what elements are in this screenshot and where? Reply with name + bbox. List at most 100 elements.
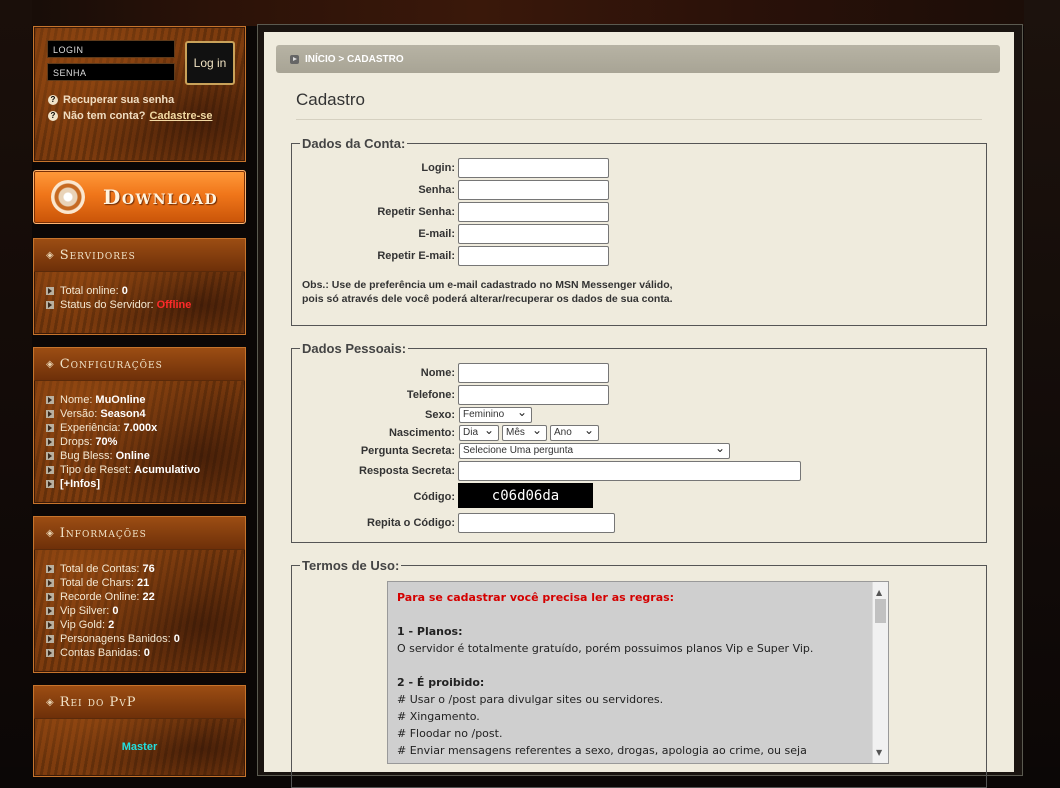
question-label: Pergunta Secreta: [360, 445, 455, 457]
bullet-arrow-icon [46, 466, 54, 474]
servers-list: Total online: 0 Status do Servidor: Offline [34, 272, 245, 312]
diamond-icon: ◈ [46, 696, 54, 708]
phone-label: Telefone: [406, 389, 455, 401]
recover-password-link[interactable]: ? Recuperar sua senha [48, 94, 174, 106]
repeat-email-input[interactable] [458, 246, 609, 266]
scroll-down-icon[interactable]: ▼ [876, 744, 882, 761]
password-label: Senha: [418, 184, 455, 196]
info-title: Informações [59, 525, 147, 541]
info-stat-item-value: 0 [143, 647, 150, 659]
config-item-label: Tipo de Reset: [60, 464, 132, 476]
email-input[interactable] [458, 224, 609, 244]
config-item[interactable]: [+Infos] [46, 477, 245, 491]
bullet-arrow-icon [46, 593, 54, 601]
info-stat-item-label: Personagens Banidos: [60, 633, 171, 645]
secret-question-select[interactable]: Selecione Uma pergunta [459, 441, 730, 459]
obs-line1: Use de preferência um e-mail cadastrado … [331, 279, 673, 291]
help-icon: ? [48, 111, 58, 121]
config-item-value: Online [115, 450, 150, 462]
info-stat-item: Vip Gold: 2 [46, 618, 245, 632]
pvp-panel: ◈ Rei do PvP Master [33, 685, 246, 777]
bullet-arrow-icon [46, 607, 54, 615]
captcha-image: c06d06da [458, 483, 593, 508]
config-item: Drops: 70% [46, 435, 245, 449]
pvp-title: Rei do PvP [59, 694, 137, 710]
config-item-label: Drops: [60, 436, 93, 448]
repeat-code-label: Repita o Código: [367, 517, 455, 529]
name-input[interactable] [458, 363, 609, 383]
info-stat-item: Personagens Banidos: 0 [46, 632, 245, 646]
config-header: ◈ Configurações [34, 348, 245, 381]
diamond-icon: ◈ [46, 527, 54, 539]
info-stat-item-value: 0 [173, 633, 180, 645]
phone-input[interactable] [458, 385, 609, 405]
birth-label: Nascimento: [388, 427, 455, 439]
breadcrumb: INÍCIO > CADASTRO [276, 45, 1000, 73]
secret-answer-input[interactable] [458, 461, 801, 481]
bullet-arrow-icon [46, 480, 54, 488]
scroll-thumb[interactable] [875, 599, 886, 623]
right-background [1024, 0, 1060, 767]
bullet-arrow-icon [46, 287, 54, 295]
password-input[interactable]: SENHA [47, 63, 175, 81]
server-stat-item-label: Total online: [60, 285, 119, 297]
repeat-password-input[interactable] [458, 202, 609, 222]
terms-textarea[interactable]: Para se cadastrar você precisa ler as re… [387, 581, 889, 764]
email-label: E-mail: [418, 228, 455, 240]
register-link[interactable]: Cadastre-se [150, 110, 213, 122]
servers-header: ◈ Servidores [34, 239, 245, 272]
info-panel: ◈ Informações Total de Contas: 76 Total de… [33, 516, 246, 673]
config-item-label: Nome: [60, 394, 93, 406]
no-account-text: Não tem conta? [63, 110, 146, 122]
left-background [0, 0, 32, 767]
pvp-player-name[interactable]: Master [34, 741, 245, 753]
arrow-icon [290, 54, 299, 64]
config-item-label: Bug Bless: [60, 450, 113, 462]
sex-select[interactable]: Feminino [459, 405, 532, 423]
login-input[interactable]: LOGIN [47, 40, 175, 58]
bullet-arrow-icon [46, 410, 54, 418]
info-stat-item-value: 2 [108, 619, 115, 631]
terms-rule: # Usar o /post para divulgar sites ou se… [397, 693, 664, 706]
birth-month-select[interactable]: Mês [502, 423, 547, 441]
info-stat-item-value: 76 [142, 563, 155, 575]
disc-icon [51, 180, 85, 214]
servers-panel: ◈ Servidores Total online: 0 Status do Ser… [33, 238, 246, 335]
pvp-header: ◈ Rei do PvP [34, 686, 245, 719]
login-button[interactable]: Log in [185, 41, 235, 85]
account-login-input[interactable] [458, 158, 609, 178]
account-password-input[interactable] [458, 180, 609, 200]
info-stat-item: Total de Contas: 76 [46, 562, 245, 576]
config-item-value[interactable]: [+Infos] [60, 477, 100, 491]
top-banner [0, 0, 1060, 26]
download-button[interactable]: Download [33, 170, 246, 224]
recover-password-label[interactable]: Recuperar sua senha [63, 94, 174, 106]
terms-section1-title: 1 - Planos: [397, 625, 463, 638]
config-item: Experiência: 7.000x [46, 421, 245, 435]
info-stat-item-label: Vip Silver: [60, 605, 110, 617]
sex-label: Sexo: [425, 409, 455, 421]
birth-year-select[interactable]: Ano [550, 423, 599, 441]
login-label: Login: [421, 162, 455, 174]
info-stat-item-label: Total de Contas: [60, 563, 140, 575]
info-stat-item-value: 21 [136, 577, 150, 589]
config-item: Nome: MuOnline [46, 393, 245, 407]
info-stat-item: Total de Chars: 21 [46, 576, 245, 590]
config-item-value: 70% [95, 436, 118, 448]
name-label: Nome: [420, 367, 455, 379]
repeat-code-input[interactable] [458, 513, 615, 533]
config-list: Nome: MuOnline Versão: Season4 Experiência: 7… [34, 381, 245, 491]
config-item: Bug Bless: Online [46, 449, 245, 463]
info-header: ◈ Informações [34, 517, 245, 550]
register-row: ? Não tem conta? Cadastre-se [48, 110, 213, 122]
terms-scrollbar[interactable]: ▲ ▼ [872, 582, 888, 763]
download-label: Download [103, 185, 219, 209]
birth-day-select[interactable]: Dia [459, 423, 499, 441]
bullet-arrow-icon [46, 649, 54, 657]
info-stat-item: Vip Silver: 0 [46, 604, 245, 618]
code-label: Código: [413, 491, 455, 503]
config-item-value: Acumulativo [134, 464, 201, 476]
terms-legend: Termos de Uso: [302, 558, 400, 573]
breadcrumb-text[interactable]: INÍCIO > CADASTRO [305, 54, 404, 65]
info-stat-item-label: Total de Chars: [60, 577, 134, 589]
